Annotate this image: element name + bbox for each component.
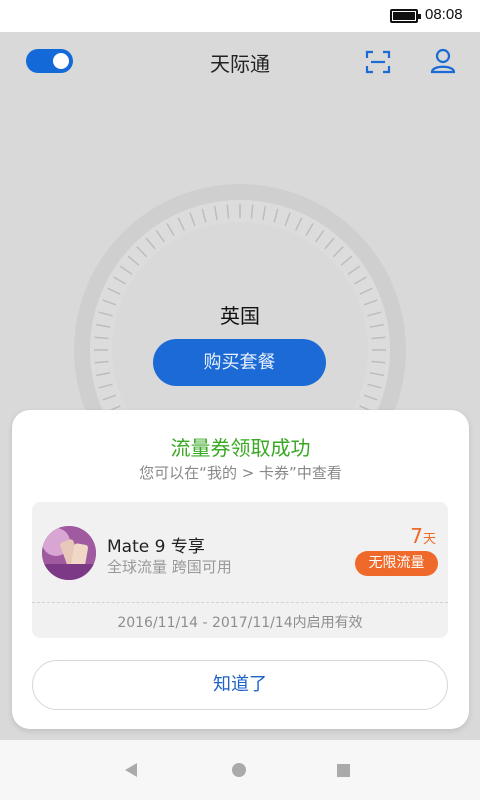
country-name: 英国	[220, 304, 260, 328]
coupon-dialog: 流量券领取成功 您可以在“我的 > 卡券”中查看 Mate 9 专享 全球流量 …	[12, 410, 469, 729]
coupon-days: 7天	[410, 524, 436, 548]
service-toggle[interactable]	[26, 49, 73, 73]
coupon-description: 全球流量 跨国可用	[107, 558, 232, 576]
unlimited-badge: 无限流量	[355, 551, 438, 576]
dialog-title: 流量券领取成功	[170, 436, 311, 460]
user-icon[interactable]	[430, 48, 456, 74]
coupon-name: Mate 9 专享	[107, 537, 205, 557]
home-icon[interactable]	[232, 763, 246, 777]
status-bar: 08:08	[0, 0, 480, 32]
navigation-bar	[0, 740, 480, 800]
status-time: 08:08	[425, 6, 463, 23]
scan-icon[interactable]	[365, 50, 391, 74]
coupon-card: Mate 9 专享 全球流量 跨国可用 7天 无限流量 2016/11/14 -…	[32, 502, 448, 638]
dialog-subtitle: 您可以在“我的 > 卡券”中查看	[139, 464, 342, 482]
coupon-divider	[32, 602, 448, 603]
got-it-button[interactable]: 知道了	[32, 660, 448, 710]
days-unit: 天	[422, 532, 436, 547]
phone-thumbnail	[42, 526, 96, 580]
buy-package-button[interactable]: 购买套餐	[153, 339, 326, 386]
recent-apps-icon[interactable]	[337, 764, 350, 777]
battery-icon	[390, 9, 421, 23]
days-number: 7	[410, 524, 423, 548]
back-icon[interactable]	[125, 763, 137, 777]
app-title: 天际通	[210, 52, 270, 76]
coupon-validity: 2016/11/14 - 2017/11/14内启用有效	[117, 615, 363, 631]
